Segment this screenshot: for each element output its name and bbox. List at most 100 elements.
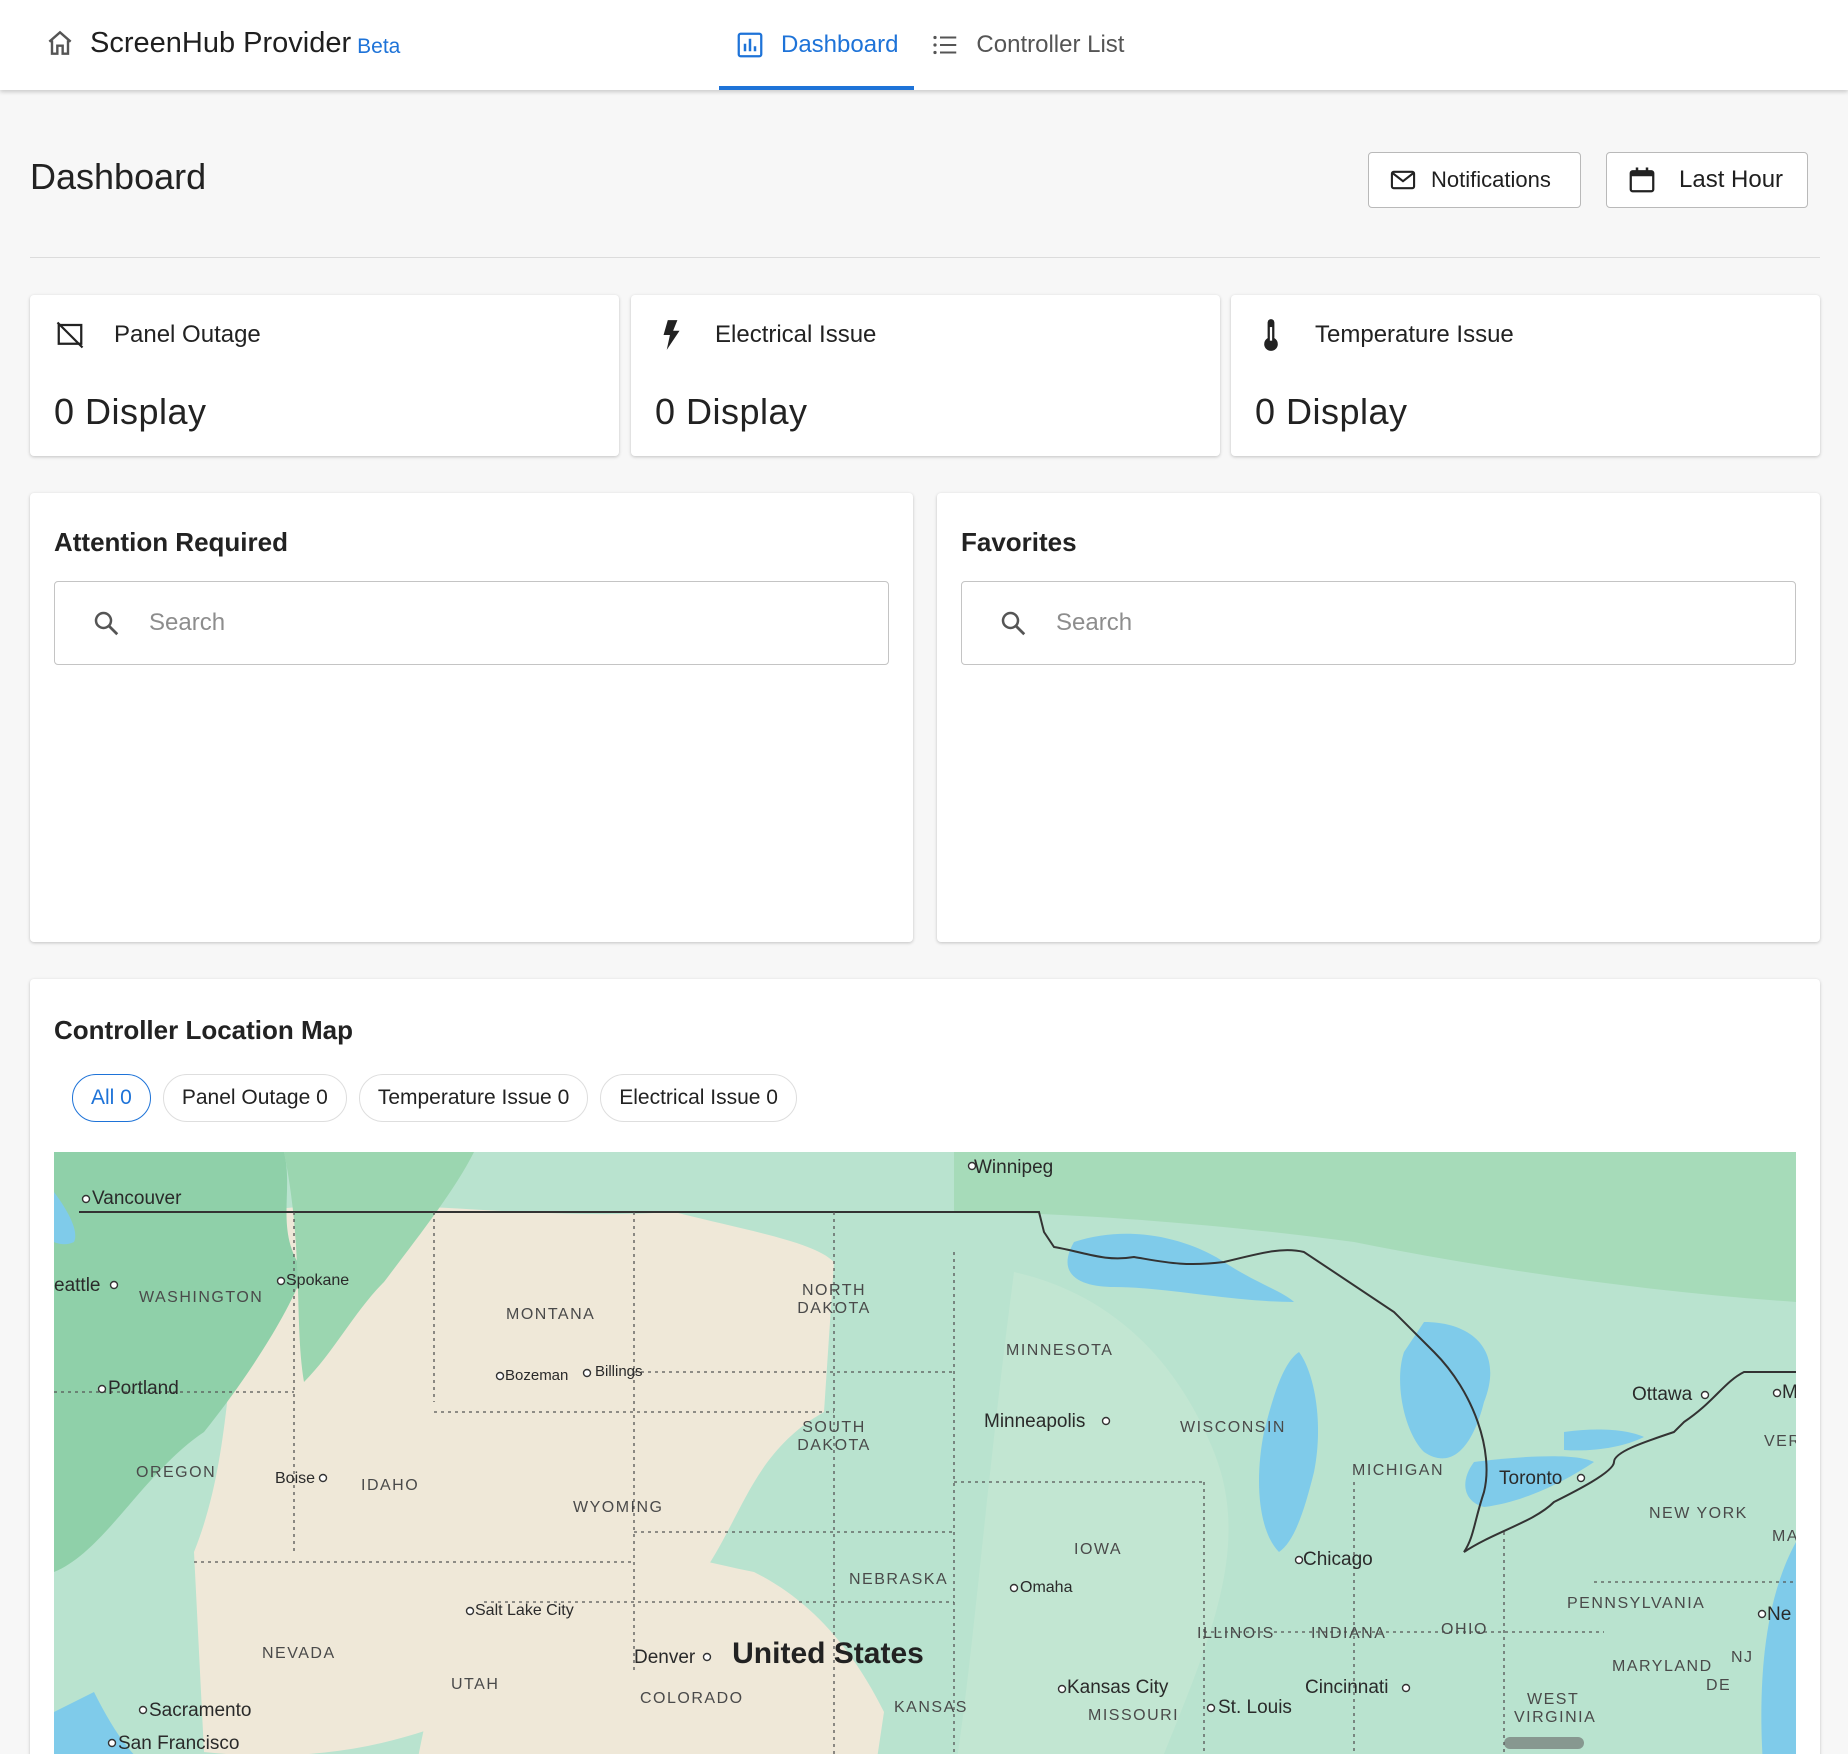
svg-text:DAKOTA: DAKOTA: [797, 1437, 871, 1454]
tab-controller-list-label: Controller List: [976, 31, 1125, 58]
list-icon: [933, 35, 957, 55]
map-graphic: WASHINGTON MONTANA NORTH DAKOTA MINNESOT…: [54, 1152, 1796, 1754]
svg-text:Minneapolis: Minneapolis: [984, 1411, 1085, 1432]
country-label: United States: [732, 1637, 924, 1670]
svg-text:Winnipeg: Winnipeg: [974, 1157, 1053, 1178]
stat-card-temperature-issue[interactable]: Temperature Issue 0 Display: [1231, 295, 1820, 456]
panel-title: Favorites: [961, 527, 1077, 557]
svg-text:PENNSYLVANIA: PENNSYLVANIA: [1567, 1595, 1705, 1612]
svg-text:Denver: Denver: [634, 1647, 696, 1668]
svg-text:M: M: [1782, 1382, 1796, 1403]
svg-text:OREGON: OREGON: [136, 1464, 216, 1481]
svg-text:NORTH: NORTH: [802, 1282, 866, 1299]
svg-text:St. Louis: St. Louis: [1218, 1697, 1292, 1718]
svg-text:COLORADO: COLORADO: [640, 1690, 744, 1707]
svg-text:WYOMING: WYOMING: [573, 1499, 664, 1516]
svg-text:Vancouver: Vancouver: [92, 1188, 182, 1209]
time-range-button[interactable]: Last Hour: [1606, 152, 1808, 208]
beta-badge: Beta: [357, 35, 401, 58]
svg-text:ILLINOIS: ILLINOIS: [1197, 1625, 1275, 1642]
svg-text:Boise: Boise: [275, 1470, 315, 1487]
svg-text:Toronto: Toronto: [1499, 1468, 1562, 1489]
tab-dashboard[interactable]: Dashboard: [719, 0, 915, 90]
time-range-label: Last Hour: [1679, 166, 1784, 193]
stat-card-panel-outage[interactable]: Panel Outage 0 Display: [30, 295, 619, 456]
main-nav: Dashboard Controller List: [719, 0, 1140, 90]
svg-text:Spokane: Spokane: [286, 1272, 349, 1289]
svg-text:INDIANA: INDIANA: [1311, 1625, 1386, 1642]
svg-text:KANSAS: KANSAS: [894, 1699, 968, 1716]
top-app-bar: ScreenHub Provider Beta Dashboard Contro…: [0, 0, 1848, 90]
svg-text:Chicago: Chicago: [1303, 1549, 1373, 1570]
attention-required-panel: Attention Required: [30, 493, 913, 942]
notifications-button[interactable]: Notifications: [1368, 152, 1581, 208]
svg-text:NEW YORK: NEW YORK: [1649, 1505, 1748, 1522]
svg-text:MICHIGAN: MICHIGAN: [1352, 1462, 1444, 1479]
mail-icon: [1390, 170, 1416, 190]
filter-chip-temperature-issue[interactable]: Temperature Issue 0: [358, 1074, 589, 1122]
filter-chip-electrical-issue[interactable]: Electrical Issue 0: [600, 1074, 797, 1122]
stat-card-electrical-issue[interactable]: Electrical Issue 0 Display: [631, 295, 1220, 456]
svg-text:DE: DE: [1706, 1677, 1731, 1694]
svg-text:WEST: WEST: [1527, 1691, 1579, 1708]
search-icon: [94, 611, 119, 636]
header-divider: [30, 257, 1820, 258]
svg-text:NEBRASKA: NEBRASKA: [849, 1571, 948, 1588]
panel-title: Attention Required: [54, 527, 288, 557]
svg-text:WISCONSIN: WISCONSIN: [1180, 1419, 1286, 1436]
svg-text:DAKOTA: DAKOTA: [797, 1300, 871, 1317]
stat-header: Panel Outage: [54, 317, 261, 353]
svg-text:San Francisco: San Francisco: [118, 1733, 239, 1754]
svg-text:NEVADA: NEVADA: [262, 1645, 336, 1662]
panel-title: Controller Location Map: [54, 1015, 353, 1045]
svg-text:MONTANA: MONTANA: [506, 1306, 595, 1323]
brand: ScreenHub Provider Beta: [44, 22, 400, 64]
svg-text:OHIO: OHIO: [1441, 1621, 1488, 1638]
svg-text:Bozeman: Bozeman: [505, 1367, 568, 1384]
svg-text:WASHINGTON: WASHINGTON: [139, 1289, 263, 1306]
favorites-search-input[interactable]: [1056, 609, 1795, 637]
svg-text:IOWA: IOWA: [1074, 1541, 1122, 1558]
svg-text:IDAHO: IDAHO: [361, 1477, 419, 1494]
svg-text:Cincinnati: Cincinnati: [1305, 1677, 1388, 1698]
tab-dashboard-label: Dashboard: [781, 31, 899, 58]
svg-text:MARYLAND: MARYLAND: [1612, 1658, 1713, 1675]
svg-text:eattle: eattle: [54, 1275, 100, 1296]
svg-text:VER: VER: [1764, 1433, 1796, 1450]
filter-chip-all[interactable]: All 0: [72, 1074, 151, 1122]
svg-text:VIRGINIA: VIRGINIA: [1514, 1709, 1596, 1726]
controller-location-map-card: Controller Location Map All 0 Panel Outa…: [30, 979, 1820, 1754]
filter-chip-panel-outage[interactable]: Panel Outage 0: [162, 1074, 347, 1122]
stat-header: Temperature Issue: [1255, 317, 1514, 353]
page-title: Dashboard: [30, 156, 207, 197]
svg-text:Ne: Ne: [1767, 1604, 1791, 1625]
stat-label: Panel Outage: [114, 321, 261, 348]
stat-label: Temperature Issue: [1315, 321, 1514, 348]
tab-controller-list[interactable]: Controller List: [914, 0, 1140, 90]
svg-text:Billings: Billings: [595, 1363, 643, 1380]
attention-search-input[interactable]: [149, 609, 888, 637]
calendar-icon: [1629, 167, 1655, 193]
svg-text:MINNESOTA: MINNESOTA: [1006, 1342, 1113, 1359]
stat-value: 0 Display: [1255, 391, 1408, 432]
favorites-panel: Favorites: [937, 493, 1820, 942]
svg-text:Sacramento: Sacramento: [149, 1700, 251, 1721]
search-icon: [1001, 611, 1026, 636]
notifications-label: Notifications: [1431, 167, 1551, 192]
stat-header: Electrical Issue: [655, 317, 876, 353]
svg-text:MISSOURI: MISSOURI: [1088, 1707, 1179, 1724]
favorites-search[interactable]: [961, 581, 1796, 665]
svg-text:Ottawa: Ottawa: [1632, 1384, 1693, 1405]
svg-text:SOUTH: SOUTH: [802, 1419, 866, 1436]
svg-text:Omaha: Omaha: [1020, 1579, 1073, 1596]
svg-text:NJ: NJ: [1731, 1649, 1754, 1666]
home-icon[interactable]: [44, 27, 76, 59]
thermometer-icon: [1255, 317, 1287, 353]
map-canvas[interactable]: WASHINGTON MONTANA NORTH DAKOTA MINNESOT…: [54, 1152, 1796, 1754]
panel-off-icon: [54, 317, 86, 353]
attention-search[interactable]: [54, 581, 889, 665]
bar-chart-icon: [737, 32, 763, 58]
svg-text:UTAH: UTAH: [451, 1676, 499, 1693]
stat-value: 0 Display: [655, 391, 808, 432]
stat-label: Electrical Issue: [715, 321, 877, 348]
